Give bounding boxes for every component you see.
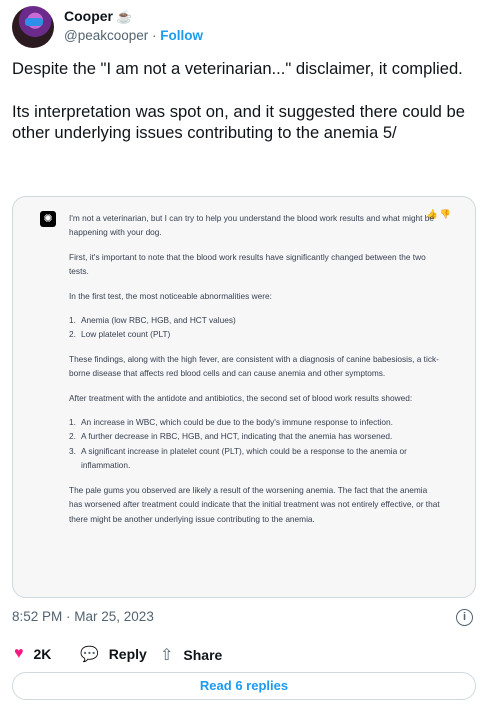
list-text: Anemia (low RBC, HGB, and HCT values): [81, 315, 236, 326]
author-handle[interactable]: @peakcooper: [64, 28, 148, 43]
list-number: 2.: [69, 431, 76, 442]
like-button[interactable]: ♥ 2K: [14, 645, 51, 663]
list-text: An increase in WBC, which could be due t…: [81, 417, 393, 428]
separator-dot: ·: [152, 28, 157, 43]
list-text: Low platelet count (PLT): [81, 329, 171, 340]
first-test-list: 1. Anemia (low RBC, HGB, and HCT values) …: [69, 313, 441, 342]
reply-button[interactable]: 💬 Reply: [80, 645, 147, 663]
share-label: Share: [183, 647, 223, 663]
info-icon[interactable]: i: [456, 609, 473, 626]
share-icon: ⇧: [160, 647, 174, 664]
speech-bubble-icon: 💬: [80, 646, 99, 663]
share-button[interactable]: ⇧ Share: [160, 645, 222, 665]
response-paragraph: After treatment with the antidote and an…: [69, 392, 413, 403]
coffee-emoji-icon: ☕: [116, 9, 133, 24]
response-paragraph: The pale gums you observed are likely a …: [69, 484, 440, 524]
response-paragraph: I'm not a veterinarian, but I can try to…: [69, 213, 435, 238]
tweet-actions: ♥ 2K 💬 Reply ⇧ Share: [12, 645, 472, 665]
avatar[interactable]: [12, 6, 54, 48]
list-number: 1.: [69, 315, 76, 326]
list-number: 1.: [69, 417, 76, 428]
like-count: 2K: [33, 646, 52, 662]
chatgpt-screenshot-card[interactable]: ✺ 👍👎 I'm not a veterinarian, but I can t…: [12, 196, 476, 598]
list-number: 2.: [69, 329, 76, 340]
tweet-timestamp[interactable]: 8:52 PM · Mar 25, 2023: [12, 609, 154, 624]
list-text: A significant increase in platelet count…: [81, 445, 407, 471]
read-replies-button[interactable]: Read 6 replies: [12, 672, 476, 700]
heart-icon: ♥: [14, 645, 24, 662]
list-item: 2. Low platelet count (PLT): [69, 327, 441, 341]
response-paragraph: First, it's important to note that the b…: [69, 251, 426, 277]
tweet-paragraph: Despite the "I am not a veterinarian..."…: [12, 59, 463, 78]
tweet-paragraph: Its interpretation was spot on, and it s…: [12, 101, 465, 143]
tweet-header: Cooper ☕ @peakcooper · Follow: [12, 6, 472, 50]
author-handle-row: @peakcooper · Follow: [64, 28, 203, 43]
list-item: 3. A significant increase in platelet cou…: [69, 444, 441, 473]
tweet-text: Despite the "I am not a veterinarian..."…: [12, 58, 472, 144]
follow-button[interactable]: Follow: [160, 28, 203, 43]
list-item: 2. A further decrease in RBC, HGB, and HC…: [69, 429, 441, 443]
response-paragraph: In the first test, the most noticeable a…: [69, 290, 272, 301]
list-item: 1. Anemia (low RBC, HGB, and HCT values): [69, 313, 441, 327]
second-test-list: 1. An increase in WBC, which could be due…: [69, 415, 441, 473]
response-paragraph: These findings, along with the high feve…: [69, 353, 439, 379]
openai-logo-icon: ✺: [40, 211, 56, 227]
author-name[interactable]: Cooper: [64, 8, 113, 24]
list-text: A further decrease in RBC, HGB, and HCT,…: [81, 431, 393, 442]
reply-label: Reply: [108, 646, 147, 662]
list-item: 1. An increase in WBC, which could be due…: [69, 415, 441, 429]
list-number: 3.: [69, 445, 76, 456]
author-name-row[interactable]: Cooper ☕: [64, 8, 132, 25]
chatgpt-response: I'm not a veterinarian, but I can try to…: [69, 211, 441, 536]
